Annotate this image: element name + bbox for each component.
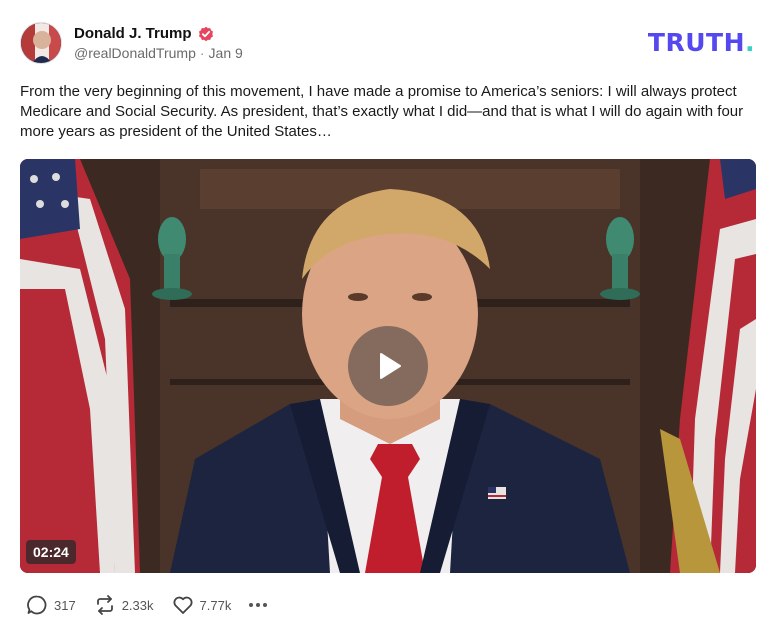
retruth-count: 2.33k: [121, 597, 154, 613]
reply-count: 317: [54, 597, 76, 613]
video-player[interactable]: 02:24: [20, 159, 756, 573]
brand-text: TRUTH: [647, 28, 745, 57]
repost-icon: [96, 595, 113, 615]
video-duration: 02:24: [26, 540, 76, 564]
play-icon: [380, 353, 401, 379]
comment-icon: [27, 595, 47, 615]
more-icon-dot: [256, 603, 261, 607]
author-handle[interactable]: @realDonaldTrump: [74, 45, 196, 61]
truth-logo[interactable]: TRUTH.: [648, 28, 755, 57]
handle-row: @realDonaldTrump · Jan 9: [74, 45, 243, 61]
play-button[interactable]: [348, 326, 428, 406]
author-block: Donald J. Trump @realDonaldTrump · Jan 9: [74, 25, 243, 61]
heart-icon: [173, 596, 193, 614]
post-text: From the very beginning of this movement…: [20, 83, 744, 140]
post-actions: 317 2.33k 7.77k: [26, 594, 268, 616]
verified-badge-icon: [198, 26, 213, 41]
post-header: Donald J. Trump @realDonaldTrump · Jan 9: [20, 20, 243, 66]
more-icon: [249, 603, 254, 607]
name-row: Donald J. Trump: [74, 25, 243, 42]
retruth-button[interactable]: 2.33k: [94, 594, 154, 616]
reply-button[interactable]: 317: [26, 594, 76, 616]
like-button[interactable]: 7.77k: [172, 594, 232, 616]
truth-post-card: Donald J. Trump @realDonaldTrump · Jan 9…: [0, 0, 777, 636]
brand-period: .: [745, 28, 755, 57]
more-options-button[interactable]: [249, 597, 268, 613]
author-name[interactable]: Donald J. Trump: [74, 25, 192, 42]
post-date[interactable]: Jan 9: [209, 45, 243, 61]
avatar[interactable]: [20, 22, 62, 64]
separator-dot: ·: [199, 45, 205, 61]
like-count: 7.77k: [199, 597, 232, 613]
more-icon-dot: [263, 603, 268, 607]
